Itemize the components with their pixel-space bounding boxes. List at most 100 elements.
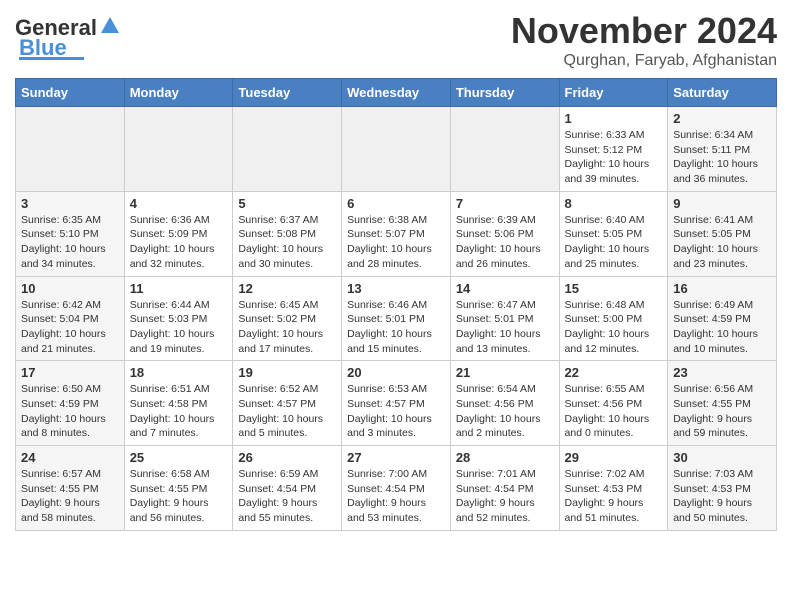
- calendar-cell: 27 Sunrise: 7:00 AMSunset: 4:54 PMDayligh…: [342, 446, 451, 531]
- day-number: 17: [21, 365, 119, 380]
- calendar-cell: 1 Sunrise: 6:33 AMSunset: 5:12 PMDaylight…: [559, 107, 668, 192]
- day-number: 6: [347, 196, 445, 211]
- day-number: 21: [456, 365, 554, 380]
- calendar-cell: 13Sunrise: 6:46 AMSunset: 5:01 PMDayligh…: [342, 276, 451, 361]
- day-info: Sunrise: 6:41 AMSunset: 5:05 PMDaylight:…: [673, 213, 771, 272]
- day-number: 23: [673, 365, 771, 380]
- calendar-week-3: 10 Sunrise: 6:42 AMSunset: 5:04 PMDayligh…: [16, 276, 777, 361]
- calendar-cell: 17 Sunrise: 6:50 AMSunset: 4:59 PMDayligh…: [16, 361, 125, 446]
- day-info: Sunrise: 6:38 AMSunset: 5:07 PMDaylight:…: [347, 213, 445, 272]
- calendar-cell: 5 Sunrise: 6:37 AMSunset: 5:08 PMDaylight…: [233, 191, 342, 276]
- calendar-cell: 29 Sunrise: 7:02 AMSunset: 4:53 PMDayligh…: [559, 446, 668, 531]
- day-info: Sunrise: 6:37 AMSunset: 5:08 PMDaylight:…: [238, 213, 336, 272]
- day-info: Sunrise: 6:58 AMSunset: 4:55 PMDaylight:…: [130, 467, 228, 526]
- calendar-cell: 4Sunrise: 6:36 AMSunset: 5:09 PMDaylight…: [124, 191, 233, 276]
- day-number: 22: [565, 365, 663, 380]
- day-number: 3: [21, 196, 119, 211]
- calendar-cell: 22Sunrise: 6:55 AMSunset: 4:56 PMDayligh…: [559, 361, 668, 446]
- day-info: Sunrise: 7:02 AMSunset: 4:53 PMDaylight:…: [565, 467, 663, 526]
- calendar-cell: 19 Sunrise: 6:52 AMSunset: 4:57 PMDayligh…: [233, 361, 342, 446]
- day-number: 20: [347, 365, 445, 380]
- day-number: 16: [673, 281, 771, 296]
- day-info: Sunrise: 6:57 AMSunset: 4:55 PMDaylight:…: [21, 467, 119, 526]
- day-number: 24: [21, 450, 119, 465]
- calendar-cell: 7 Sunrise: 6:39 AMSunset: 5:06 PMDaylight…: [450, 191, 559, 276]
- column-header-wednesday: Wednesday: [342, 79, 451, 107]
- calendar-cell: 21 Sunrise: 6:54 AMSunset: 4:56 PMDayligh…: [450, 361, 559, 446]
- calendar-cell: 23 Sunrise: 6:56 AMSunset: 4:55 PMDayligh…: [668, 361, 777, 446]
- day-info: Sunrise: 6:42 AMSunset: 5:04 PMDaylight:…: [21, 298, 119, 357]
- day-info: Sunrise: 6:54 AMSunset: 4:56 PMDaylight:…: [456, 382, 554, 441]
- day-number: 4: [130, 196, 228, 211]
- day-number: 15: [565, 281, 663, 296]
- day-number: 1: [565, 111, 663, 126]
- calendar-cell: 6 Sunrise: 6:38 AMSunset: 5:07 PMDaylight…: [342, 191, 451, 276]
- calendar-cell: 12 Sunrise: 6:45 AMSunset: 5:02 PMDayligh…: [233, 276, 342, 361]
- calendar-cell: [124, 107, 233, 192]
- day-info: Sunrise: 6:49 AMSunset: 4:59 PMDaylight:…: [673, 298, 771, 357]
- day-info: Sunrise: 6:47 AMSunset: 5:01 PMDaylight:…: [456, 298, 554, 357]
- day-number: 2: [673, 111, 771, 126]
- day-number: 7: [456, 196, 554, 211]
- day-number: 9: [673, 196, 771, 211]
- logo: General Blue: [15, 10, 121, 60]
- day-info: Sunrise: 6:51 AMSunset: 4:58 PMDaylight:…: [130, 382, 228, 441]
- day-info: Sunrise: 6:46 AMSunset: 5:01 PMDaylight:…: [347, 298, 445, 357]
- calendar-cell: 30Sunrise: 7:03 AMSunset: 4:53 PMDayligh…: [668, 446, 777, 531]
- calendar-cell: 14Sunrise: 6:47 AMSunset: 5:01 PMDayligh…: [450, 276, 559, 361]
- day-number: 19: [238, 365, 336, 380]
- calendar-cell: 18 Sunrise: 6:51 AMSunset: 4:58 PMDayligh…: [124, 361, 233, 446]
- day-number: 27: [347, 450, 445, 465]
- day-number: 18: [130, 365, 228, 380]
- column-header-tuesday: Tuesday: [233, 79, 342, 107]
- page-header: General Blue November 2024 Qurghan, Fary…: [15, 10, 777, 70]
- day-info: Sunrise: 6:45 AMSunset: 5:02 PMDaylight:…: [238, 298, 336, 357]
- calendar-cell: 15 Sunrise: 6:48 AMSunset: 5:00 PMDayligh…: [559, 276, 668, 361]
- day-number: 25: [130, 450, 228, 465]
- calendar-cell: 3Sunrise: 6:35 AMSunset: 5:10 PMDaylight…: [16, 191, 125, 276]
- day-number: 8: [565, 196, 663, 211]
- day-number: 12: [238, 281, 336, 296]
- column-header-monday: Monday: [124, 79, 233, 107]
- location: Qurghan, Faryab, Afghanistan: [511, 52, 777, 70]
- calendar-cell: 16 Sunrise: 6:49 AMSunset: 4:59 PMDayligh…: [668, 276, 777, 361]
- calendar-cell: 26 Sunrise: 6:59 AMSunset: 4:54 PMDayligh…: [233, 446, 342, 531]
- day-info: Sunrise: 6:59 AMSunset: 4:54 PMDaylight:…: [238, 467, 336, 526]
- column-header-saturday: Saturday: [668, 79, 777, 107]
- column-header-thursday: Thursday: [450, 79, 559, 107]
- calendar-header-row: SundayMondayTuesdayWednesdayThursdayFrid…: [16, 79, 777, 107]
- day-info: Sunrise: 7:01 AMSunset: 4:54 PMDaylight:…: [456, 467, 554, 526]
- title-area: November 2024 Qurghan, Faryab, Afghanist…: [511, 10, 777, 70]
- calendar-table: SundayMondayTuesdayWednesdayThursdayFrid…: [15, 78, 777, 531]
- calendar-week-4: 17 Sunrise: 6:50 AMSunset: 4:59 PMDayligh…: [16, 361, 777, 446]
- day-info: Sunrise: 6:39 AMSunset: 5:06 PMDaylight:…: [456, 213, 554, 272]
- day-info: Sunrise: 6:33 AMSunset: 5:12 PMDaylight:…: [565, 128, 663, 187]
- calendar-cell: [233, 107, 342, 192]
- calendar-cell: 9 Sunrise: 6:41 AMSunset: 5:05 PMDaylight…: [668, 191, 777, 276]
- calendar-week-1: 1 Sunrise: 6:33 AMSunset: 5:12 PMDaylight…: [16, 107, 777, 192]
- calendar-cell: 10 Sunrise: 6:42 AMSunset: 5:04 PMDayligh…: [16, 276, 125, 361]
- day-info: Sunrise: 6:50 AMSunset: 4:59 PMDaylight:…: [21, 382, 119, 441]
- month-title: November 2024: [511, 10, 777, 52]
- day-info: Sunrise: 6:48 AMSunset: 5:00 PMDaylight:…: [565, 298, 663, 357]
- calendar-cell: 24 Sunrise: 6:57 AMSunset: 4:55 PMDayligh…: [16, 446, 125, 531]
- column-header-friday: Friday: [559, 79, 668, 107]
- day-number: 29: [565, 450, 663, 465]
- day-number: 10: [21, 281, 119, 296]
- day-info: Sunrise: 6:34 AMSunset: 5:11 PMDaylight:…: [673, 128, 771, 187]
- calendar-cell: 20 Sunrise: 6:53 AMSunset: 4:57 PMDayligh…: [342, 361, 451, 446]
- calendar-cell: [16, 107, 125, 192]
- day-info: Sunrise: 6:56 AMSunset: 4:55 PMDaylight:…: [673, 382, 771, 441]
- calendar-cell: 8Sunrise: 6:40 AMSunset: 5:05 PMDaylight…: [559, 191, 668, 276]
- day-info: Sunrise: 6:44 AMSunset: 5:03 PMDaylight:…: [130, 298, 228, 357]
- calendar-cell: [450, 107, 559, 192]
- day-info: Sunrise: 6:53 AMSunset: 4:57 PMDaylight:…: [347, 382, 445, 441]
- day-info: Sunrise: 7:03 AMSunset: 4:53 PMDaylight:…: [673, 467, 771, 526]
- day-number: 26: [238, 450, 336, 465]
- logo-icon: [99, 15, 121, 37]
- day-info: Sunrise: 7:00 AMSunset: 4:54 PMDaylight:…: [347, 467, 445, 526]
- day-info: Sunrise: 6:52 AMSunset: 4:57 PMDaylight:…: [238, 382, 336, 441]
- calendar-cell: 11Sunrise: 6:44 AMSunset: 5:03 PMDayligh…: [124, 276, 233, 361]
- day-number: 5: [238, 196, 336, 211]
- calendar-cell: 28Sunrise: 7:01 AMSunset: 4:54 PMDayligh…: [450, 446, 559, 531]
